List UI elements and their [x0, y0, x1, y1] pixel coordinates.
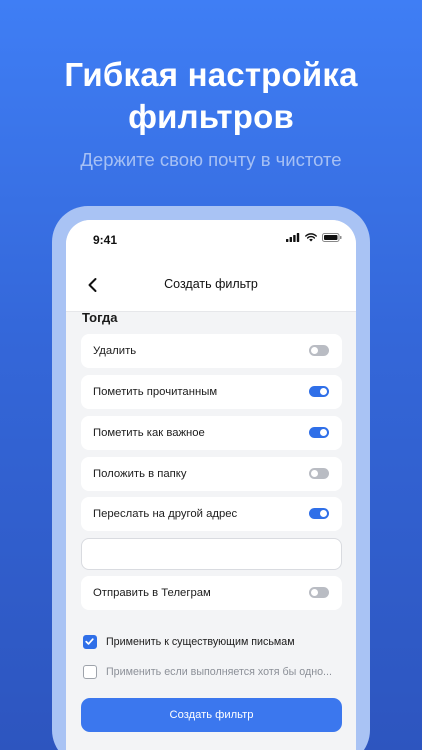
- action-label: Удалить: [93, 345, 137, 357]
- phone-screen: 9:41 Создать фильтр Тогда Удалить Помети…: [66, 220, 356, 750]
- option-label: Применить если выполняется хотя бы одно.…: [106, 666, 332, 678]
- apply-any-checkbox[interactable]: [83, 665, 97, 679]
- signal-icon: [286, 233, 300, 242]
- forward-address-input[interactable]: [81, 538, 342, 570]
- checkmark-icon: [85, 638, 94, 645]
- promo-title: Гибкая настройка фильтров: [0, 54, 422, 138]
- promo-subtitle: Держите свою почту в чистоте: [80, 149, 342, 170]
- forward-toggle[interactable]: [309, 508, 329, 519]
- wifi-icon: [305, 233, 317, 242]
- send-telegram-toggle[interactable]: [309, 587, 329, 598]
- nav-bar: Создать фильтр: [66, 258, 356, 312]
- status-time: 9:41: [93, 233, 118, 247]
- nav-title: Создать фильтр: [164, 277, 258, 291]
- apply-existing-checkbox[interactable]: [83, 635, 97, 649]
- delete-toggle[interactable]: [309, 345, 329, 356]
- mark-read-toggle[interactable]: [309, 386, 329, 397]
- action-label: Пометить прочитанным: [93, 386, 218, 398]
- action-row-mark-read[interactable]: Пометить прочитанным: [81, 375, 342, 409]
- action-row-send-telegram[interactable]: Отправить в Телеграм: [81, 576, 342, 610]
- option-label: Применить к существующим письмам: [106, 636, 295, 648]
- promo-title-line-2: фильтров: [128, 98, 294, 135]
- option-apply-any[interactable]: Применить если выполняется хотя бы одно.…: [83, 663, 332, 681]
- action-row-move-to-folder[interactable]: Положить в папку: [81, 457, 342, 491]
- move-to-folder-toggle[interactable]: [309, 468, 329, 479]
- action-row-mark-important[interactable]: Пометить как важное: [81, 416, 342, 450]
- create-filter-button[interactable]: Создать фильтр: [81, 698, 342, 732]
- action-label: Положить в папку: [93, 468, 187, 480]
- section-title: Тогда: [82, 310, 118, 325]
- action-label: Отправить в Телеграм: [93, 587, 211, 599]
- action-row-delete[interactable]: Удалить: [81, 334, 342, 368]
- action-row-forward[interactable]: Переслать на другой адрес: [81, 497, 342, 531]
- action-label: Пометить как важное: [93, 427, 205, 439]
- promo-title-line-1: Гибкая настройка: [64, 56, 358, 93]
- action-label: Переслать на другой адрес: [93, 508, 238, 520]
- status-bar: 9:41: [66, 220, 356, 258]
- option-apply-existing[interactable]: Применить к существующим письмам: [83, 633, 295, 651]
- battery-icon: [322, 233, 342, 242]
- mark-important-toggle[interactable]: [309, 427, 329, 438]
- status-icons: [286, 233, 342, 242]
